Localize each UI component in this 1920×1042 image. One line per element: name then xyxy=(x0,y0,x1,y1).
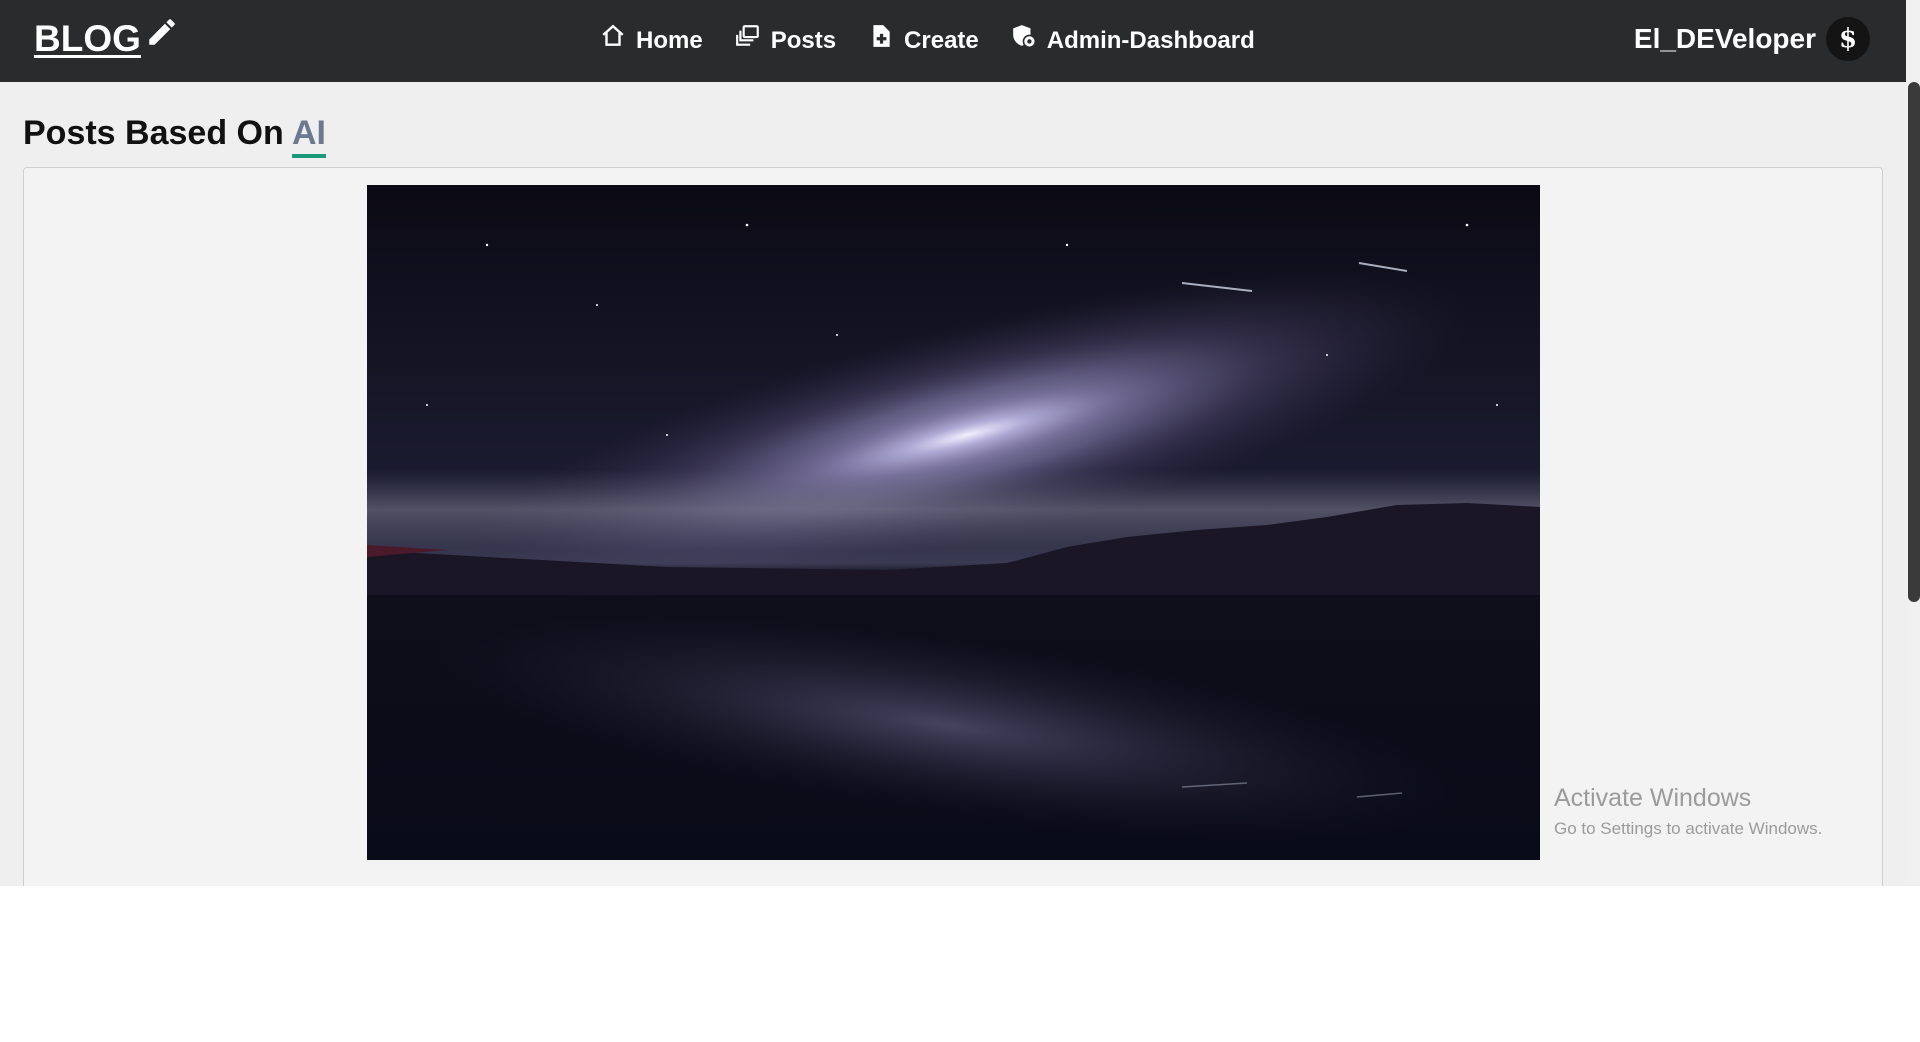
top-navbar: BLOG Home Posts Create Admin-Dashboard E… xyxy=(0,0,1906,82)
file-plus-icon xyxy=(873,25,890,47)
brand-logo-link[interactable]: BLOG xyxy=(34,14,179,64)
avatar: $ xyxy=(1826,17,1870,61)
nav-admin-label: Admin-Dashboard xyxy=(1046,27,1255,54)
blank-area xyxy=(0,886,1920,1042)
main-content: Posts Based On AI xyxy=(0,82,1906,927)
topic-label: AI xyxy=(291,114,326,158)
nav-create-label: Create xyxy=(904,27,979,54)
nav-posts[interactable]: Posts xyxy=(735,25,837,55)
username: El_DEVeloper xyxy=(1633,23,1816,54)
brand-title: BLOG xyxy=(34,18,141,59)
nav-admin-dashboard[interactable]: Admin-Dashboard xyxy=(1011,25,1255,55)
user-menu[interactable]: El_DEVeloper $ xyxy=(1634,16,1870,62)
pencil-icon xyxy=(149,19,175,45)
galaxy-lake-illustration xyxy=(367,185,1540,860)
nav-posts-label: Posts xyxy=(770,27,837,54)
main-nav: Home Posts Create Admin-Dashboard xyxy=(600,20,1255,62)
nav-home[interactable]: Home xyxy=(600,24,703,55)
windows-activation-watermark: Activate Windows Go to Settings to activ… xyxy=(1554,784,1822,839)
nav-home-label: Home xyxy=(636,27,703,54)
home-icon xyxy=(602,24,624,46)
scrollbar-thumb[interactable] xyxy=(1908,82,1920,602)
watermark-subtitle: Go to Settings to activate Windows. xyxy=(1554,819,1823,838)
page-title: Posts Based On AI xyxy=(23,114,326,158)
posts-icon xyxy=(735,25,759,46)
page-title-prefix: Posts Based On xyxy=(23,114,284,152)
admin-shield-icon xyxy=(1012,25,1036,49)
nav-create[interactable]: Create xyxy=(868,25,979,55)
post-image[interactable] xyxy=(367,185,1540,860)
watermark-title: Activate Windows xyxy=(1554,784,1752,812)
